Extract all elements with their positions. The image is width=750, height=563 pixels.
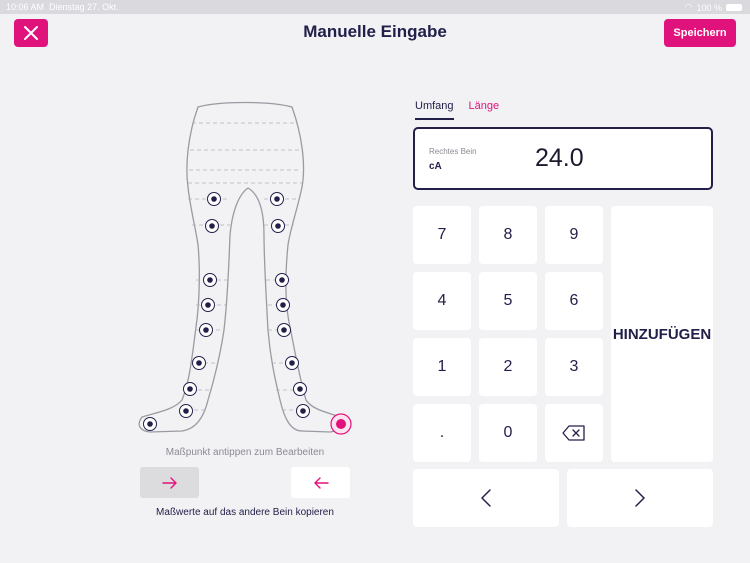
measure-point[interactable] — [203, 273, 217, 287]
chevron-right-icon — [635, 489, 645, 507]
copy-label: Maßwerte auf das andere Bein kopieren — [156, 507, 334, 518]
add-button[interactable]: HINZUFÜGEN — [611, 206, 713, 462]
wifi-icon: ◠ — [684, 2, 693, 12]
status-bar: 10:06 AM Dienstag 27. Okt. ◠ 100 % — [0, 0, 750, 14]
diagram-hint: Maßpunkt antippen zum Bearbeiten — [165, 447, 325, 458]
measure-tabs: Umfang Länge — [415, 100, 499, 120]
page-title: Manuelle Eingabe — [303, 22, 447, 41]
measure-point[interactable] — [275, 273, 289, 287]
arrow-left-icon — [313, 476, 329, 489]
measure-point[interactable] — [201, 298, 215, 312]
key-5[interactable]: 5 — [479, 272, 537, 330]
value-display: Rechtes Bein cA 24.0 — [413, 127, 713, 190]
measure-point[interactable] — [179, 404, 193, 418]
measure-point[interactable] — [293, 382, 307, 396]
save-button[interactable]: Speichern — [664, 19, 736, 47]
measure-point[interactable] — [277, 323, 291, 337]
key-7[interactable]: 7 — [413, 206, 471, 264]
chevron-left-icon — [481, 489, 491, 507]
key-decimal[interactable]: . — [413, 404, 471, 462]
measure-point[interactable] — [271, 219, 285, 233]
next-point-button[interactable] — [567, 469, 713, 527]
previous-point-button[interactable] — [413, 469, 559, 527]
key-1[interactable]: 1 — [413, 338, 471, 396]
key-9[interactable]: 9 — [545, 206, 603, 264]
measure-point[interactable] — [192, 356, 206, 370]
key-8[interactable]: 8 — [479, 206, 537, 264]
measure-point-selected[interactable] — [330, 413, 352, 435]
key-2[interactable]: 2 — [479, 338, 537, 396]
tab-laenge[interactable]: Länge — [469, 100, 500, 120]
measure-point[interactable] — [143, 417, 157, 431]
measure-value: 24.0 — [535, 144, 584, 172]
leg-label: Rechtes Bein — [429, 147, 477, 156]
status-time-date: 10:06 AM Dienstag 27. Okt. — [6, 2, 119, 12]
arrow-right-icon — [161, 476, 177, 489]
battery-percent: 100 % — [696, 2, 722, 13]
key-4[interactable]: 4 — [413, 272, 471, 330]
backspace-key[interactable] — [545, 404, 603, 462]
legs-diagram — [138, 101, 352, 435]
legs-outline — [138, 101, 344, 433]
measure-point[interactable] — [270, 192, 284, 206]
key-3[interactable]: 3 — [545, 338, 603, 396]
backspace-icon — [562, 425, 585, 441]
key-6[interactable]: 6 — [545, 272, 603, 330]
copy-to-left-button[interactable] — [291, 467, 350, 498]
measure-point[interactable] — [207, 192, 221, 206]
point-label: cA — [429, 161, 442, 172]
measure-point[interactable] — [285, 356, 299, 370]
key-0[interactable]: 0 — [479, 404, 537, 462]
status-right: ◠ 100 % — [685, 2, 742, 13]
measure-point[interactable] — [205, 219, 219, 233]
battery-icon — [726, 4, 742, 11]
measure-point[interactable] — [183, 382, 197, 396]
measure-point[interactable] — [276, 298, 290, 312]
measure-point[interactable] — [296, 404, 310, 418]
tab-umfang[interactable]: Umfang — [415, 100, 454, 120]
measure-point[interactable] — [199, 323, 213, 337]
copy-to-right-button[interactable] — [140, 467, 199, 498]
measure-points — [143, 192, 352, 435]
